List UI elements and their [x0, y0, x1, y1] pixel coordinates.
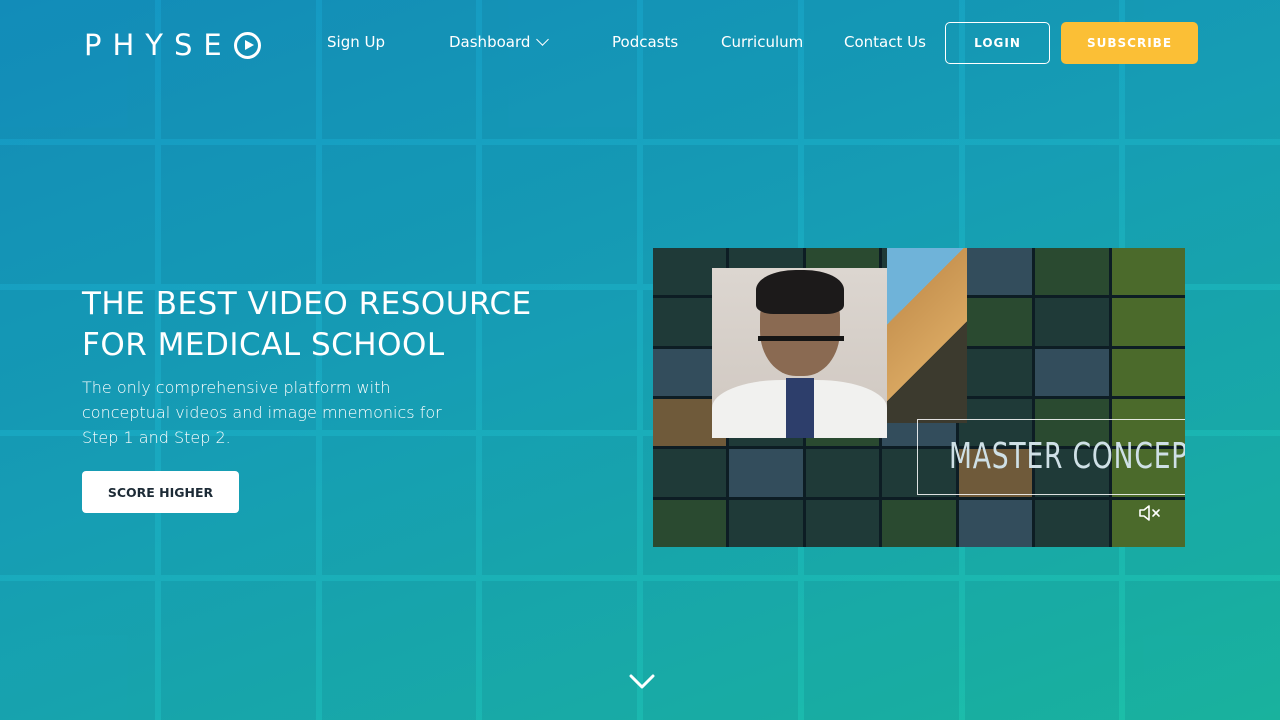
- hero-title-line1: THE BEST VIDEO RESOURCE: [82, 286, 532, 322]
- presenter-webcam: [712, 268, 887, 438]
- score-higher-button[interactable]: SCORE HIGHER: [82, 471, 239, 513]
- presenter-glasses: [758, 336, 844, 358]
- nav-podcasts[interactable]: Podcasts: [612, 33, 678, 51]
- hero-title-line2: FOR MEDICAL SCHOOL: [82, 327, 445, 363]
- hero-subtitle: The only comprehensive platform with con…: [82, 378, 442, 447]
- physeo-logo[interactable]: PHYSE: [84, 28, 261, 62]
- presenter-shirt: [786, 378, 814, 438]
- nav-dashboard[interactable]: Dashboard: [449, 33, 550, 51]
- nav-contact-us[interactable]: Contact Us: [844, 33, 926, 51]
- chevron-down-icon: [536, 33, 550, 46]
- house-illustration: [887, 248, 967, 423]
- play-circle-icon: [233, 31, 261, 59]
- login-button[interactable]: LOGIN: [945, 22, 1050, 64]
- site-header: PHYSE Sign Up Dashboard Podcasts Curricu…: [0, 0, 1280, 86]
- scroll-down-chevron-icon[interactable]: [629, 674, 655, 690]
- nav-dashboard-label: Dashboard: [449, 33, 531, 51]
- logo-text: PHYSE: [84, 28, 233, 62]
- nav-sign-up[interactable]: Sign Up: [327, 33, 385, 51]
- promo-video[interactable]: MASTER CONCEPT: [653, 248, 1185, 547]
- subscribe-button[interactable]: SUBSCRIBE: [1061, 22, 1198, 64]
- speaker-muted-icon[interactable]: [1138, 503, 1162, 523]
- video-overlay-title: MASTER CONCEPT: [949, 436, 1185, 477]
- presenter-hair: [756, 270, 844, 314]
- nav-curriculum[interactable]: Curriculum: [721, 33, 803, 51]
- hero-title: THE BEST VIDEO RESOURCE FOR MEDICAL SCHO…: [82, 284, 552, 366]
